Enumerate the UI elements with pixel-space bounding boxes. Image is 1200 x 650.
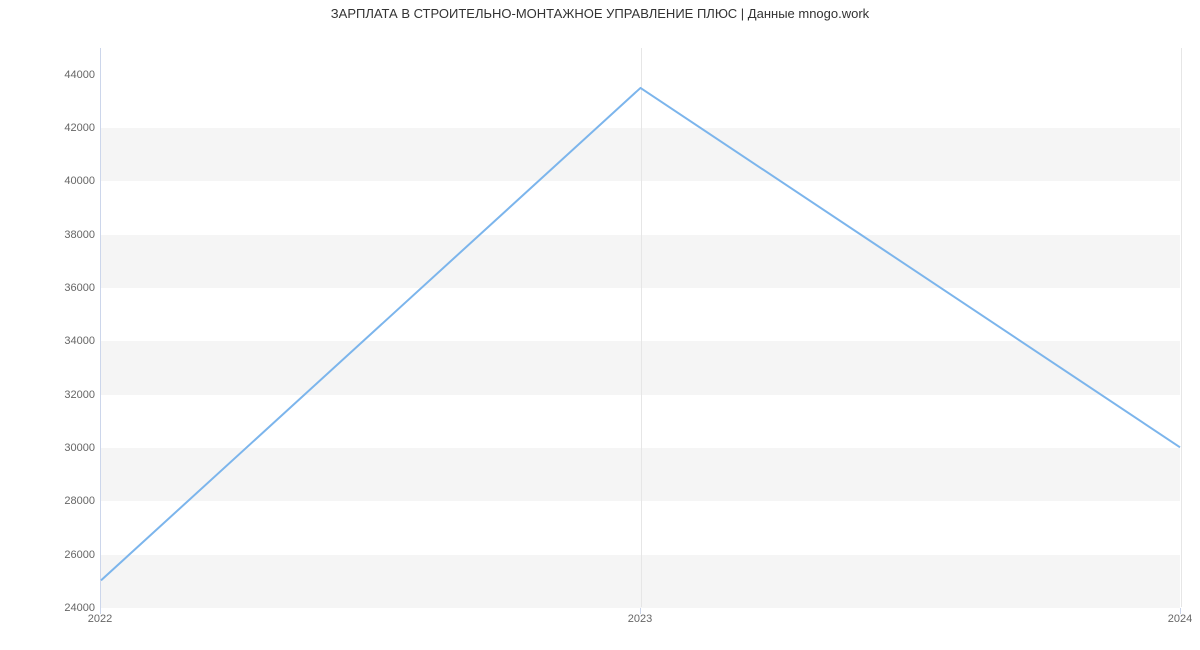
chart-container: ЗАРПЛАТА В СТРОИТЕЛЬНО-МОНТАЖНОЕ УПРАВЛЕ… <box>0 0 1200 650</box>
y-tick-label: 28000 <box>55 495 95 507</box>
line-series <box>101 48 1180 607</box>
y-tick-label: 40000 <box>55 175 95 187</box>
y-tick-label: 44000 <box>55 69 95 81</box>
line-path <box>101 88 1180 580</box>
x-tick-label: 2022 <box>88 613 112 625</box>
plot-area <box>100 48 1180 608</box>
y-tick-label: 38000 <box>55 229 95 241</box>
y-tick-label: 26000 <box>55 549 95 561</box>
x-tick-label: 2024 <box>1168 613 1192 625</box>
x-tick-label: 2023 <box>628 613 652 625</box>
y-tick-label: 32000 <box>55 389 95 401</box>
y-tick-label: 34000 <box>55 335 95 347</box>
chart-title: ЗАРПЛАТА В СТРОИТЕЛЬНО-МОНТАЖНОЕ УПРАВЛЕ… <box>0 6 1200 21</box>
y-tick-label: 30000 <box>55 442 95 454</box>
y-tick-label: 36000 <box>55 282 95 294</box>
grid-line-vertical <box>1181 48 1182 607</box>
y-tick-label: 42000 <box>55 122 95 134</box>
